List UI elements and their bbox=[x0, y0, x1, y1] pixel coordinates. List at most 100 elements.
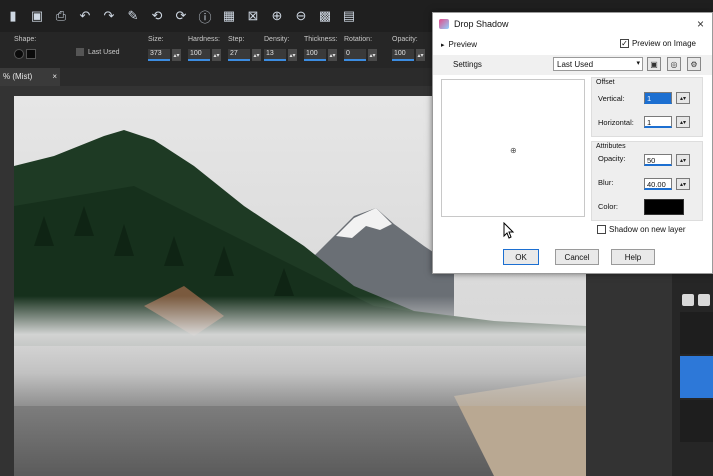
mouse-cursor-icon bbox=[503, 222, 515, 239]
vertical-spinner[interactable]: ▴▾ bbox=[676, 92, 690, 104]
document-tab[interactable]: % (Mist) × bbox=[0, 68, 60, 86]
fit-window-icon[interactable]: ▦ bbox=[220, 7, 238, 25]
preview-on-image-checkbox[interactable]: ✓ bbox=[619, 39, 629, 48]
edit-selection-icon[interactable]: ✎ bbox=[124, 7, 142, 25]
app-logo-icon bbox=[439, 19, 449, 29]
blur-spinner[interactable]: ▴▾ bbox=[676, 178, 690, 190]
horizontal-input[interactable]: 1 bbox=[644, 116, 672, 128]
last-used-checkbox[interactable] bbox=[76, 48, 84, 56]
attributes-group: Attributes Opacity: 50 ▴▾ Blur: 40.00 ▴▾… bbox=[591, 141, 703, 221]
last-used-option: Last Used bbox=[76, 48, 120, 56]
thickness-input[interactable]: 100 bbox=[304, 49, 326, 61]
shadow-on-new-layer-option[interactable]: Shadow on new layer bbox=[597, 225, 686, 234]
vertical-input[interactable]: 1 bbox=[644, 92, 672, 104]
layer-options-icon[interactable] bbox=[698, 294, 710, 306]
hardness-label: Hardness: bbox=[188, 36, 220, 43]
new-layer-icon[interactable] bbox=[682, 294, 694, 306]
fit-image-icon[interactable]: ⊠ bbox=[244, 7, 262, 25]
square-shape-button[interactable] bbox=[26, 49, 36, 59]
layers-icon[interactable]: ▤ bbox=[340, 7, 358, 25]
rotation-label: Rotation: bbox=[344, 36, 373, 43]
color-label: Color: bbox=[598, 202, 619, 211]
zoom-out-icon[interactable]: ⊖ bbox=[292, 7, 310, 25]
color-swatch[interactable] bbox=[644, 199, 684, 215]
blur-label: Blur: bbox=[598, 178, 614, 187]
crosshair-icon: ⊕ bbox=[510, 146, 517, 155]
preset-dropdown[interactable]: Last Used ▾ bbox=[553, 57, 643, 71]
opacity-option: Opacity: 100 ▴▾ bbox=[392, 36, 425, 61]
layer-row-selected[interactable] bbox=[680, 356, 713, 398]
size-input[interactable]: 373 bbox=[148, 49, 170, 61]
layer-row[interactable] bbox=[680, 400, 713, 442]
document-tab-label: % (Mist) bbox=[3, 72, 33, 81]
opacity-label: Opacity: bbox=[598, 154, 626, 163]
preset-value: Last Used bbox=[557, 60, 594, 69]
dialog-title: Drop Shadow bbox=[454, 19, 509, 29]
shape-label: Shape: bbox=[14, 36, 37, 43]
preview-on-image-option[interactable]: ✓ Preview on Image bbox=[619, 39, 696, 48]
print-icon[interactable]: ⎙ bbox=[52, 7, 70, 25]
save-preset-icon[interactable]: ▣ bbox=[647, 57, 661, 71]
offset-title: Offset bbox=[596, 79, 615, 86]
opacity-label: Opacity: bbox=[392, 36, 418, 43]
forward-icon[interactable]: ⟳ bbox=[172, 7, 190, 25]
help-button[interactable]: Help bbox=[611, 249, 655, 265]
rectangle-select-icon[interactable]: ▮ bbox=[4, 7, 22, 25]
size-option: Size: 373 ▴▾ bbox=[148, 36, 181, 61]
ok-button[interactable]: OK bbox=[503, 249, 539, 265]
opacity-input[interactable]: 100 bbox=[392, 49, 414, 61]
preview-window[interactable]: ⊕ bbox=[441, 79, 585, 217]
size-label: Size: bbox=[148, 36, 164, 43]
density-label: Density: bbox=[264, 36, 290, 43]
thickness-label: Thickness: bbox=[304, 36, 338, 43]
step-option: Step: 27 ▴▾ bbox=[228, 36, 261, 61]
blur-input[interactable]: 40.00 bbox=[644, 178, 672, 190]
shadow-on-new-layer-label: Shadow on new layer bbox=[609, 225, 686, 234]
preview-label: Preview bbox=[448, 40, 477, 49]
density-spinner[interactable]: ▴▾ bbox=[288, 49, 297, 61]
attributes-title: Attributes bbox=[596, 143, 626, 150]
cancel-button[interactable]: Cancel bbox=[555, 249, 599, 265]
settings-row: Settings Last Used ▾ ▣ ◎ ⚙ bbox=[433, 55, 712, 75]
close-icon[interactable]: × bbox=[697, 17, 704, 31]
offset-group: Offset Vertical: 1 ▴▾ Horizontal: 1 ▴▾ bbox=[591, 77, 703, 137]
step-label: Step: bbox=[228, 36, 245, 43]
step-spinner[interactable]: ▴▾ bbox=[252, 49, 261, 61]
zoom-in-icon[interactable]: ⊕ bbox=[268, 7, 286, 25]
thickness-spinner[interactable]: ▴▾ bbox=[328, 49, 337, 61]
reset-preset-icon[interactable]: ◎ bbox=[667, 57, 681, 71]
step-input[interactable]: 27 bbox=[228, 49, 250, 61]
last-used-label: Last Used bbox=[88, 48, 120, 56]
undo-icon[interactable]: ↶ bbox=[76, 7, 94, 25]
back-icon[interactable]: ⟲ bbox=[148, 7, 166, 25]
hardness-spinner[interactable]: ▴▾ bbox=[212, 49, 221, 61]
preview-toggle[interactable]: ▸ Preview bbox=[441, 40, 477, 49]
info-icon[interactable]: ⓘ bbox=[196, 7, 214, 25]
density-option: Density: 13 ▴▾ bbox=[264, 36, 297, 61]
horizontal-spinner[interactable]: ▴▾ bbox=[676, 116, 690, 128]
redo-icon[interactable]: ↷ bbox=[100, 7, 118, 25]
hardness-input[interactable]: 100 bbox=[188, 49, 210, 61]
horizontal-label: Horizontal: bbox=[598, 118, 634, 127]
save-icon[interactable]: ▣ bbox=[28, 7, 46, 25]
randomize-icon[interactable]: ⚙ bbox=[687, 57, 701, 71]
grid-icon[interactable]: ▩ bbox=[316, 7, 334, 25]
round-shape-button[interactable] bbox=[14, 49, 24, 59]
hardness-option: Hardness: 100 ▴▾ bbox=[188, 36, 221, 61]
rotation-spinner[interactable]: ▴▾ bbox=[368, 49, 377, 61]
settings-label: Settings bbox=[453, 60, 482, 69]
size-spinner[interactable]: ▴▾ bbox=[172, 49, 181, 61]
layer-row[interactable] bbox=[680, 312, 713, 354]
dialog-titlebar[interactable]: Drop Shadow bbox=[433, 13, 712, 35]
shadow-on-new-layer-checkbox[interactable] bbox=[597, 225, 606, 234]
chevron-down-icon: ▾ bbox=[636, 60, 640, 67]
rotation-input[interactable]: 0 bbox=[344, 49, 366, 61]
shape-option: Shape: bbox=[14, 36, 36, 59]
density-input[interactable]: 13 bbox=[264, 49, 286, 61]
opacity-input[interactable]: 50 bbox=[644, 154, 672, 166]
close-tab-icon[interactable]: × bbox=[52, 72, 57, 82]
opacity-spinner[interactable]: ▴▾ bbox=[676, 154, 690, 166]
opacity-spinner[interactable]: ▴▾ bbox=[416, 49, 425, 61]
drop-shadow-dialog: Drop Shadow × ▸ Preview ✓ Preview on Imag… bbox=[432, 12, 713, 274]
rotation-option: Rotation: 0 ▴▾ bbox=[344, 36, 377, 61]
